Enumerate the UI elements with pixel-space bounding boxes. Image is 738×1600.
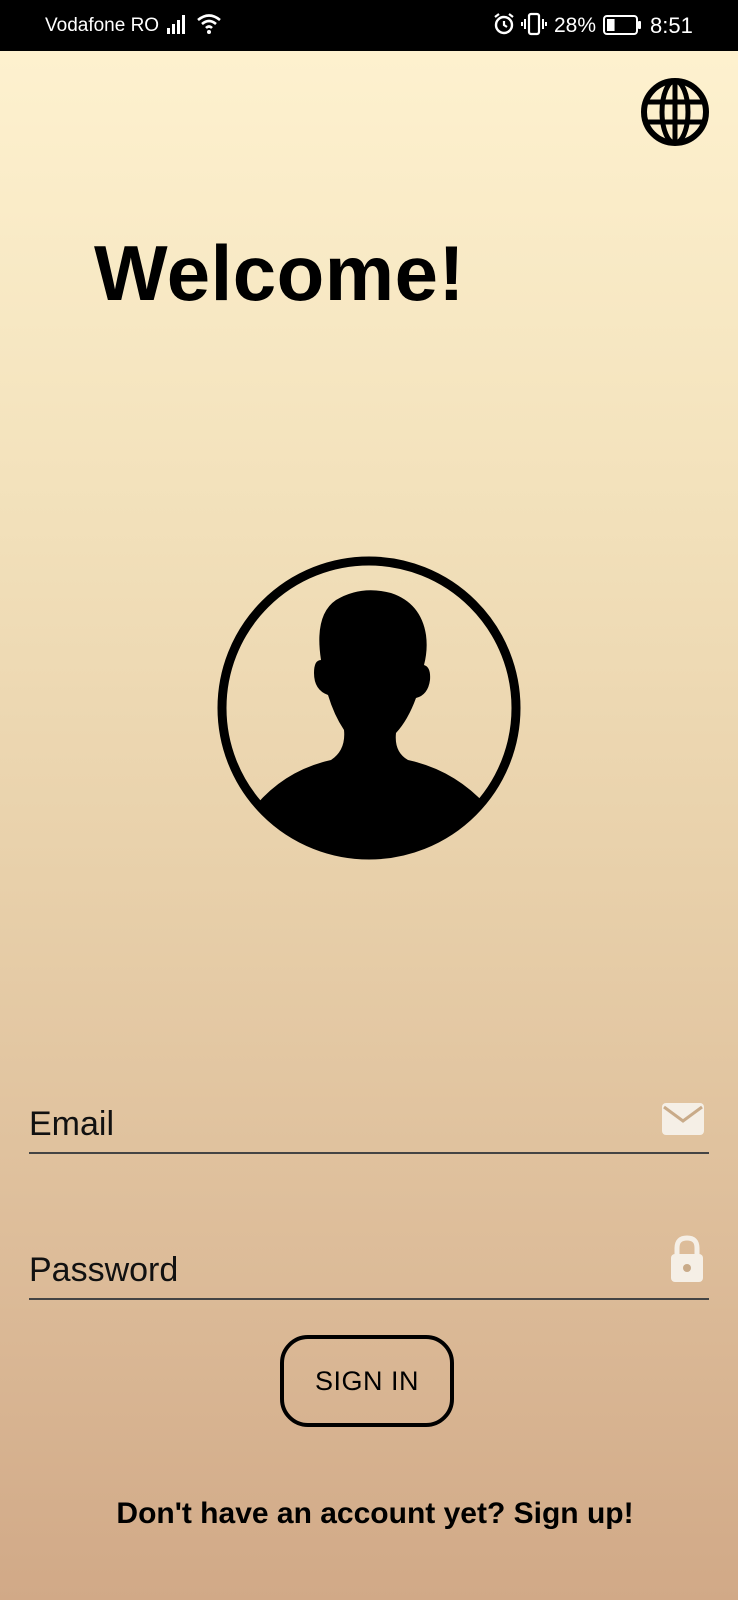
email-placeholder: Email — [29, 1105, 115, 1143]
language-globe-button[interactable] — [640, 77, 710, 152]
email-field[interactable]: Email — [29, 1092, 709, 1154]
clock: 8:51 — [650, 13, 693, 38]
wifi-icon — [196, 12, 222, 42]
battery-icon — [603, 14, 643, 42]
avatar — [216, 555, 522, 866]
password-placeholder: Password — [29, 1251, 179, 1289]
user-silhouette-icon — [217, 556, 521, 860]
page-title: Welcome! — [94, 229, 465, 317]
sign-in-button[interactable]: SIGN IN — [280, 1335, 454, 1427]
globe-icon — [641, 78, 709, 146]
mail-icon — [661, 1101, 705, 1142]
login-screen: Vodafone RO 28% 8:51 Welcome! Email Pass… — [0, 0, 738, 1600]
password-field[interactable]: Password — [29, 1235, 709, 1300]
battery-percent: 28% — [554, 14, 597, 37]
status-bar: Vodafone RO 28% 8:51 — [0, 0, 738, 51]
vibrate-icon — [521, 12, 547, 42]
sign-up-link[interactable]: Don't have an account yet? Sign up! — [0, 1497, 738, 1531]
carrier-name: Vodafone RO — [45, 15, 160, 36]
lock-icon — [669, 1235, 705, 1288]
alarm-icon — [492, 12, 516, 42]
signal-icon — [166, 14, 188, 40]
